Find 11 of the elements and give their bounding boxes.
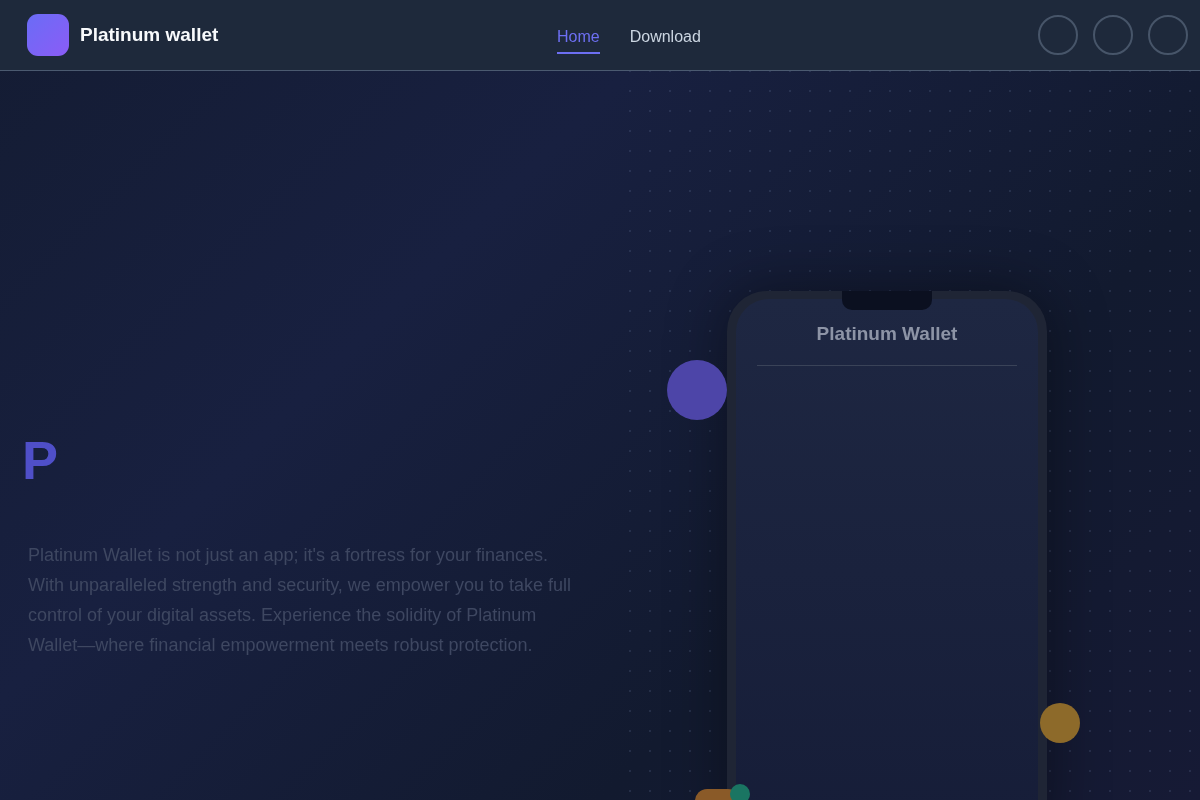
nav-link[interactable]: Download xyxy=(629,22,701,54)
round-button[interactable] xyxy=(1148,15,1188,55)
phone-title: Platinum Wallet xyxy=(816,323,958,345)
hero-heading: P xyxy=(22,431,60,491)
round-button[interactable] xyxy=(1038,15,1078,55)
nav-link[interactable]: Home xyxy=(557,22,600,54)
brand-name: Platinum wallet xyxy=(80,24,219,46)
logo-icon xyxy=(27,14,69,56)
floating-circle xyxy=(667,360,727,420)
floating-circle xyxy=(1040,703,1080,743)
round-button[interactable] xyxy=(1093,15,1133,55)
